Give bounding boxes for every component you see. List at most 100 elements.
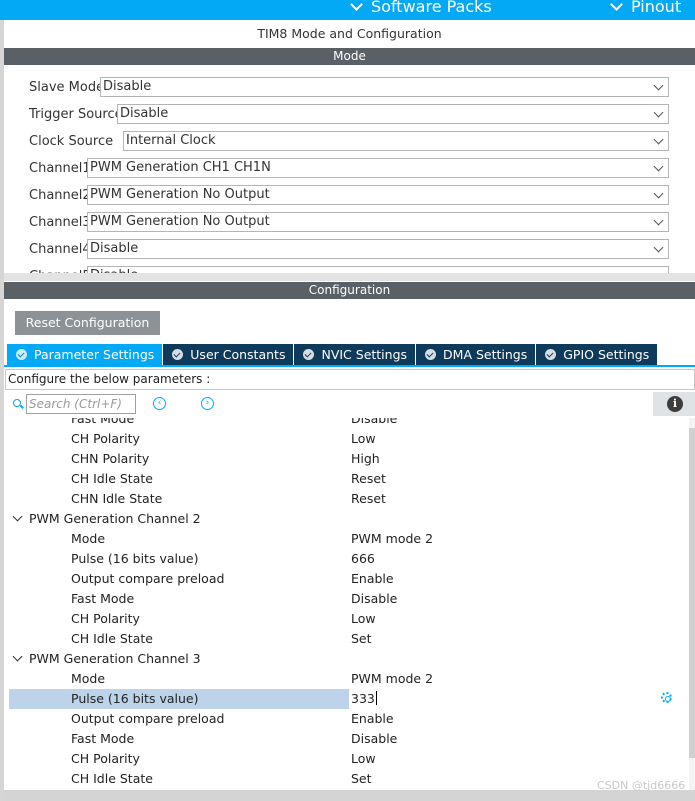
parameter-name: Fast Mode	[71, 591, 135, 606]
parameter-value-text: High	[351, 451, 380, 466]
mode-row-label: Trigger Source	[29, 107, 123, 122]
tab-parameter-settings[interactable]: Parameter Settings	[7, 344, 164, 365]
parameter-row[interactable]: Pulse (16 bits value) 666	[4, 549, 689, 569]
configure-instructions: Configure the below parameters :	[5, 369, 695, 390]
parameter-name: CH Idle State	[71, 771, 153, 786]
search-input[interactable]	[26, 394, 136, 414]
parameter-value-text: Reset	[351, 471, 386, 486]
panel-splitter[interactable]	[4, 273, 695, 281]
info-icon: i	[667, 396, 683, 412]
parameter-name: CH Idle State	[71, 471, 153, 486]
mode-select[interactable]: Disable	[117, 104, 669, 124]
mode-row: Channel3 PWM Generation No Output	[4, 212, 695, 234]
mode-select-value: Disable	[120, 106, 169, 121]
tab-label: Parameter Settings	[34, 347, 155, 362]
tab-label: DMA Settings	[443, 347, 528, 362]
mode-row: Channel1 PWM Generation CH1 CH1N	[4, 158, 695, 180]
chevron-down-icon[interactable]	[12, 511, 23, 522]
parameter-row[interactable]: CHN Polarity High	[4, 449, 689, 469]
parameter-name: Mode	[71, 671, 106, 686]
parameter-value-text: Low	[351, 751, 376, 766]
scrollbar-thumb[interactable]	[689, 428, 695, 758]
mode-select[interactable]: Internal Clock	[123, 131, 669, 151]
horizontal-scrollbar[interactable]	[4, 790, 695, 801]
parameter-row[interactable]: Pulse (16 bits value) 333	[4, 689, 689, 709]
chevron-down-icon	[653, 161, 664, 172]
parameter-value-editor[interactable]: 333	[351, 691, 377, 706]
mode-select[interactable]: PWM Generation No Output	[87, 212, 669, 232]
mode-select[interactable]: PWM Generation CH1 CH1N	[87, 158, 669, 178]
parameter-name: CH Polarity	[71, 431, 140, 446]
search-icon	[13, 399, 21, 407]
parameter-row[interactable]: CH Polarity Low	[4, 429, 689, 449]
mode-row: Channel2 PWM Generation No Output	[4, 185, 695, 207]
parameter-row[interactable]: Fast Mode Disable	[4, 729, 689, 749]
software-packs-label: Software Packs	[371, 0, 492, 16]
parameter-group[interactable]: PWM Generation Channel 2	[4, 509, 689, 529]
mode-select[interactable]: Disable	[87, 239, 669, 259]
chevron-down-icon	[350, 0, 363, 11]
mode-select-value: PWM Generation No Output	[90, 214, 270, 229]
parameter-value-text: Enable	[351, 571, 394, 586]
reset-configuration-button[interactable]: Reset Configuration	[15, 311, 160, 335]
watermark: CSDN @tjd6666	[597, 779, 686, 792]
parameter-row[interactable]: Fast Mode Disable	[4, 589, 689, 609]
chevron-down-icon	[610, 0, 623, 11]
previous-match-icon[interactable]: ‹	[153, 397, 166, 410]
parameter-row[interactable]: Mode PWM mode 2	[4, 669, 689, 689]
parameter-value-text: Disable	[351, 418, 398, 426]
chevron-down-icon[interactable]	[12, 651, 23, 662]
mode-select[interactable]: Disable	[100, 77, 669, 97]
mode-select[interactable]: PWM Generation No Output	[87, 185, 669, 205]
tab-underline	[4, 365, 695, 367]
parameter-row[interactable]: Output compare preload Enable	[4, 709, 689, 729]
next-match-icon[interactable]: ›	[201, 397, 214, 410]
parameter-row[interactable]: Fast Mode Disable	[4, 418, 689, 429]
parameter-row[interactable]: CH Idle State Set	[4, 629, 689, 649]
tab-gpio-settings[interactable]: GPIO Settings	[536, 344, 659, 365]
parameter-value-text: Low	[351, 431, 376, 446]
parameter-value: Disable	[351, 731, 397, 746]
mode-select-value: PWM Generation No Output	[90, 187, 270, 202]
mode-panel: Slave Mode Disable Trigger Source Disable Cl…	[4, 66, 695, 274]
chevron-down-icon	[653, 242, 664, 253]
parameter-value: PWM mode 2	[351, 531, 433, 546]
parameter-name: Pulse (16 bits value)	[71, 551, 199, 566]
software-packs-menu[interactable]: Software Packs	[350, 0, 492, 16]
parameter-row[interactable]: Mode PWM mode 2	[4, 529, 689, 549]
mode-select-value: Disable	[103, 79, 152, 94]
tab-dma-settings[interactable]: DMA Settings	[416, 344, 537, 365]
tab-label: GPIO Settings	[563, 347, 650, 362]
text-caret	[375, 691, 377, 705]
config-tabs: Parameter Settings User Constants NVIC Set…	[7, 344, 659, 365]
info-button[interactable]: i	[653, 392, 695, 416]
group-label: PWM Generation Channel 3	[29, 651, 201, 666]
pinout-menu[interactable]: Pinout	[610, 0, 681, 16]
parameter-value-text: Reset	[351, 491, 386, 506]
parameter-value: 666	[351, 551, 375, 566]
tab-nvic-settings[interactable]: NVIC Settings	[294, 344, 417, 365]
parameter-row[interactable]: Output compare preload Enable	[4, 569, 689, 589]
parameter-row[interactable]: CH Polarity Low	[4, 609, 689, 629]
parameter-row[interactable]: CH Idle State Reset	[4, 469, 689, 489]
parameter-value: Enable	[351, 711, 394, 726]
check-circle-icon	[303, 349, 315, 360]
parameter-name: CH Polarity	[71, 751, 140, 766]
tab-label: NVIC Settings	[321, 347, 408, 362]
search-bar: ‹ › i	[4, 391, 695, 416]
vertical-scrollbar[interactable]	[689, 418, 695, 790]
gear-icon[interactable]	[661, 692, 672, 703]
parameter-row[interactable]: CHN Idle State Reset	[4, 489, 689, 509]
parameter-value: Low	[351, 611, 376, 626]
parameter-group[interactable]: PWM Generation Channel 3	[4, 649, 689, 669]
parameter-row[interactable]: CH Polarity Low	[4, 749, 689, 769]
mode-select-value: Internal Clock	[126, 133, 216, 148]
parameter-tree: Fast Mode Disable CH Polarity Low CHN Polari…	[4, 418, 689, 790]
parameter-name: CH Idle State	[71, 631, 153, 646]
mode-row-label: Channel4	[29, 242, 91, 257]
mode-select-value: Disable	[90, 241, 139, 256]
parameter-row[interactable]: CH Idle State Set	[4, 769, 689, 789]
tab-user-constants[interactable]: User Constants	[163, 344, 295, 365]
check-circle-icon	[425, 349, 437, 360]
parameter-value-text: Disable	[351, 731, 398, 746]
